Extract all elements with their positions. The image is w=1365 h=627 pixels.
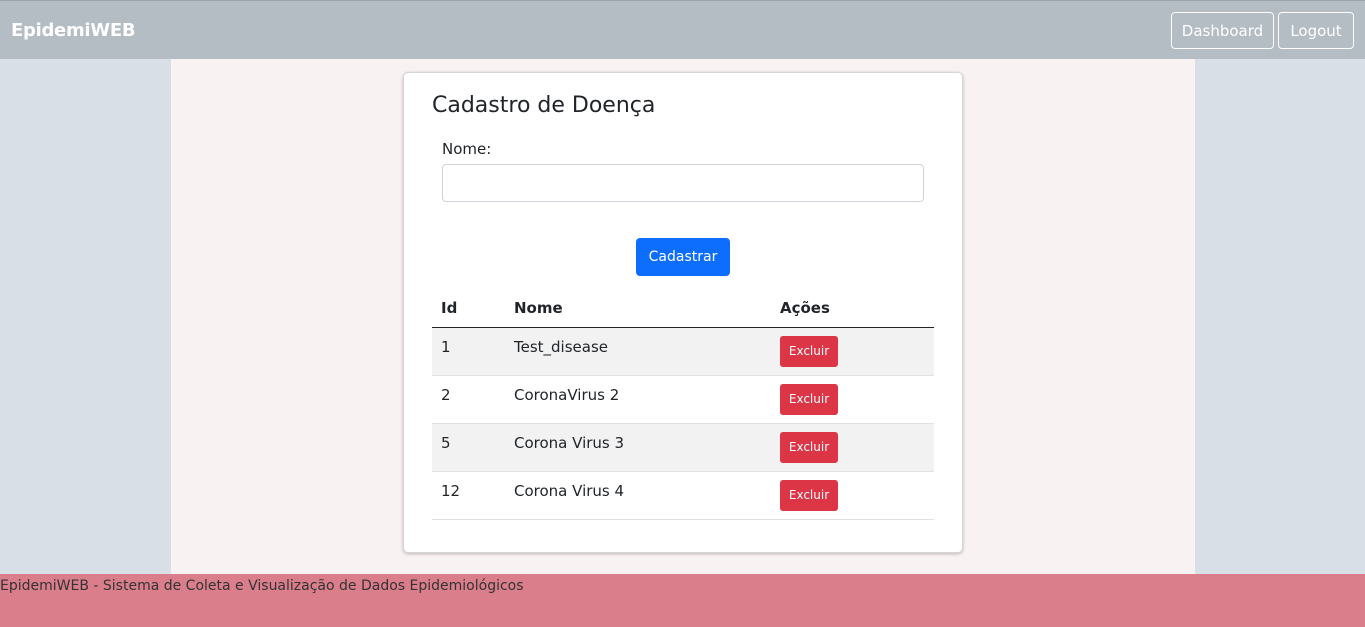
diseases-table: Id Nome Ações 1 Test_disease Excluir 2 C… (432, 290, 934, 520)
row-id: 12 (441, 482, 461, 500)
name-input[interactable] (442, 164, 924, 202)
row-name: Corona Virus 3 (514, 434, 625, 452)
table-row: 12 Corona Virus 4 Excluir (432, 471, 934, 520)
table-row: 5 Corona Virus 3 Excluir (432, 423, 934, 472)
table-header-row: Id Nome Ações (432, 290, 934, 328)
row-id: 2 (441, 386, 451, 404)
excluir-button[interactable]: Excluir (780, 479, 838, 511)
row-name: CoronaVirus 2 (514, 386, 620, 404)
cadastrar-button[interactable]: Cadastrar (636, 238, 730, 276)
footer: EpidemiWEB - Sistema de Coleta e Visuali… (0, 574, 1365, 627)
footer-text: EpidemiWEB - Sistema de Coleta e Visuali… (0, 578, 524, 594)
navbar: EpidemiWEB Dashboard Logout (0, 0, 1365, 59)
row-id: 1 (441, 338, 451, 356)
row-id: 5 (441, 434, 451, 452)
excluir-button[interactable]: Excluir (780, 335, 838, 367)
name-label: Nome: (442, 140, 492, 158)
logout-button[interactable]: Logout (1278, 12, 1354, 49)
row-name: Corona Virus 4 (514, 482, 625, 500)
disease-form-card: Cadastro de Doença Nome: Cadastrar Id No… (403, 72, 963, 553)
header-acoes: Ações (771, 290, 934, 328)
dashboard-button[interactable]: Dashboard (1171, 12, 1274, 49)
row-name: Test_disease (514, 338, 609, 356)
table-row: 1 Test_disease Excluir (432, 327, 934, 376)
header-id: Id (432, 290, 505, 328)
page-title: Cadastro de Doença (432, 93, 656, 118)
excluir-button[interactable]: Excluir (780, 431, 838, 463)
brand-logo-text[interactable]: EpidemiWEB (11, 20, 136, 41)
excluir-button[interactable]: Excluir (780, 383, 838, 415)
header-nome: Nome (505, 290, 771, 328)
table-row: 2 CoronaVirus 2 Excluir (432, 375, 934, 424)
